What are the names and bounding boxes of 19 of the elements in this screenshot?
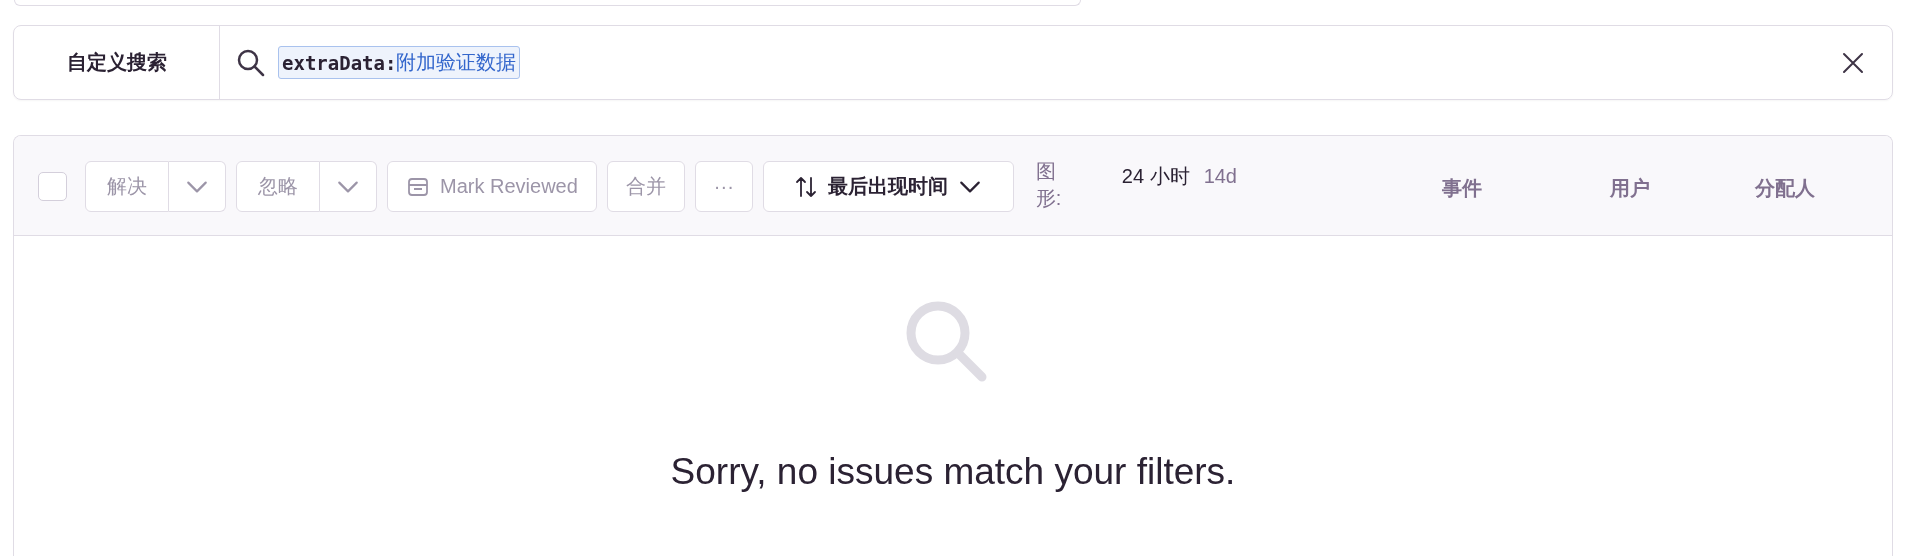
dropdown-button[interactable] [169, 161, 226, 212]
close-icon [1842, 51, 1864, 74]
select-all-checkbox[interactable] [38, 172, 67, 201]
search-icon [236, 47, 266, 78]
sort-dropdown[interactable]: 最后出现时间 [762, 161, 1014, 212]
period-toggle[interactable]: 24 小时 [1121, 163, 1190, 190]
sort-icon [794, 174, 819, 199]
graph-label: 图形: [1035, 159, 1063, 211]
dropdown-button[interactable] [320, 161, 377, 212]
column-header: 事件 [1442, 176, 1482, 201]
token-value: 附加验证数据 [396, 50, 517, 75]
period-toggle[interactable]: 14d [1203, 163, 1237, 190]
search-bar[interactable]: 自定义搜索 extraData:附加验证数据 [13, 25, 1893, 100]
column-header: 分配人 [1755, 176, 1815, 201]
token-key: extraData: [282, 51, 397, 74]
empty-message: Sorry, no issues match your filters. [670, 451, 1236, 493]
search-label: 自定义搜索 [14, 26, 220, 99]
column-header: 用户 [1610, 176, 1650, 201]
search-token[interactable]: extraData:附加验证数据 [278, 46, 521, 79]
